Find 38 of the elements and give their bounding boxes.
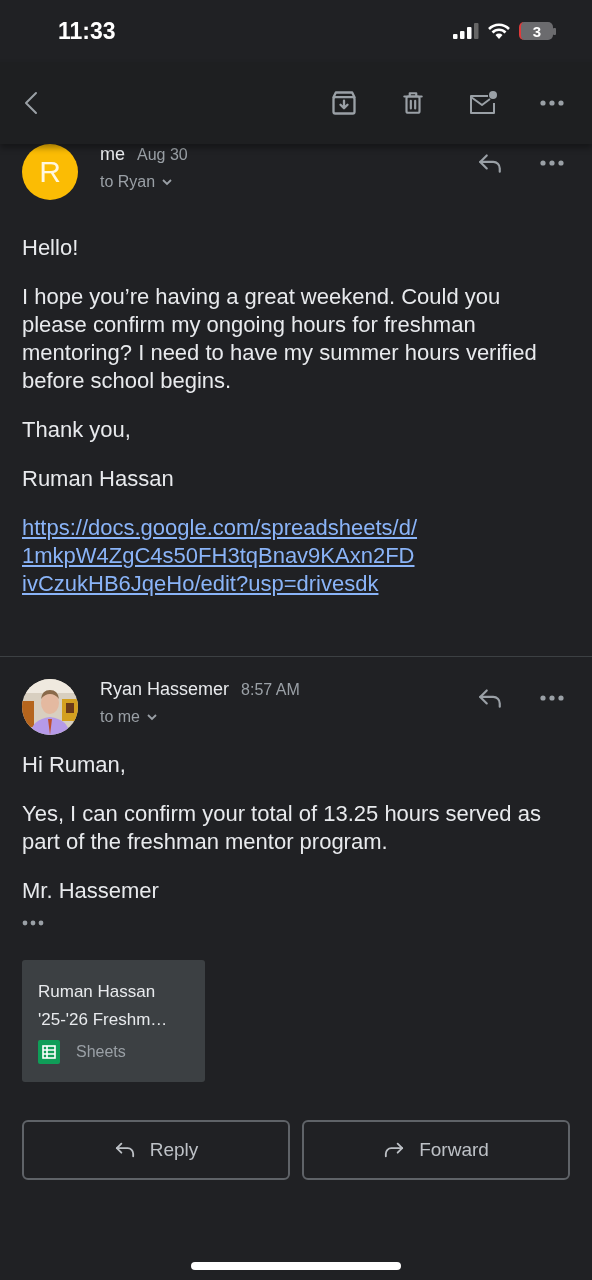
more-icon[interactable] <box>540 100 564 106</box>
status-time: 11:33 <box>58 17 116 45</box>
reply-button[interactable]: Reply <box>22 1120 290 1180</box>
message-paragraph: I hope you’re having a great weekend. Could you please confirm my ongoing hours for freshman mentoring? I need to have my summer hours verified before school begins. <box>22 283 538 395</box>
sender-name: Ryan Hassemer <box>100 679 230 700</box>
delete-icon[interactable] <box>400 89 426 117</box>
chevron-down-icon <box>161 178 174 186</box>
recipient-toggle[interactable]: to Ryan <box>100 173 476 191</box>
sender-name: me <box>100 144 125 165</box>
message-paragraph: Mr. Hassemer <box>22 877 160 905</box>
forward-icon <box>383 1140 406 1160</box>
message-paragraph: Ruman Hassan <box>22 465 175 493</box>
recipient-toggle[interactable]: to me <box>100 708 476 726</box>
spreadsheet-icon <box>38 1040 60 1064</box>
chevron-down-icon <box>146 713 158 721</box>
battery-tip-icon <box>553 27 556 35</box>
link[interactable]: https://docs.google.com/spreadsheets/d/ 1mkpW4ZgC4s50FH3tqBnav9KAxn2FD ivCzukHB6JqeHo/edit?usp=drivesdk <box>22 514 417 598</box>
message-paragraph: Hi Ruman, <box>22 751 127 779</box>
reply-icon <box>113 1140 136 1160</box>
more-icon[interactable] <box>540 160 564 166</box>
message-paragraph: Yes, I can confirm your total of 13.25 hours served as part of the freshman mentor program. <box>22 800 542 856</box>
trimmed-content-icon[interactable] <box>22 920 44 926</box>
message-time: 8:57 AM <box>241 681 300 699</box>
attachment-title: Ruman Hassan <box>38 981 157 1003</box>
archive-icon[interactable] <box>330 89 358 117</box>
signal-icon <box>453 23 479 39</box>
wifi-icon <box>487 22 511 40</box>
attachment-card[interactable]: Ruman Hassan '25-'26 Freshm… Sheets <box>22 960 205 1082</box>
attachment-title: '25-'26 Freshm… <box>38 1009 169 1031</box>
forward-button[interactable]: Forward <box>302 1120 570 1180</box>
message-paragraph: Thank you, <box>22 416 132 444</box>
message-paragraph: Hello! <box>22 234 80 262</box>
mark-unread-icon[interactable] <box>468 90 498 116</box>
attachment-app: Sheets <box>76 1043 126 1061</box>
more-icon[interactable] <box>540 695 564 701</box>
avatar: R <box>22 144 78 200</box>
message-time: Aug 30 <box>137 146 188 164</box>
battery-level: 3 <box>519 22 553 40</box>
